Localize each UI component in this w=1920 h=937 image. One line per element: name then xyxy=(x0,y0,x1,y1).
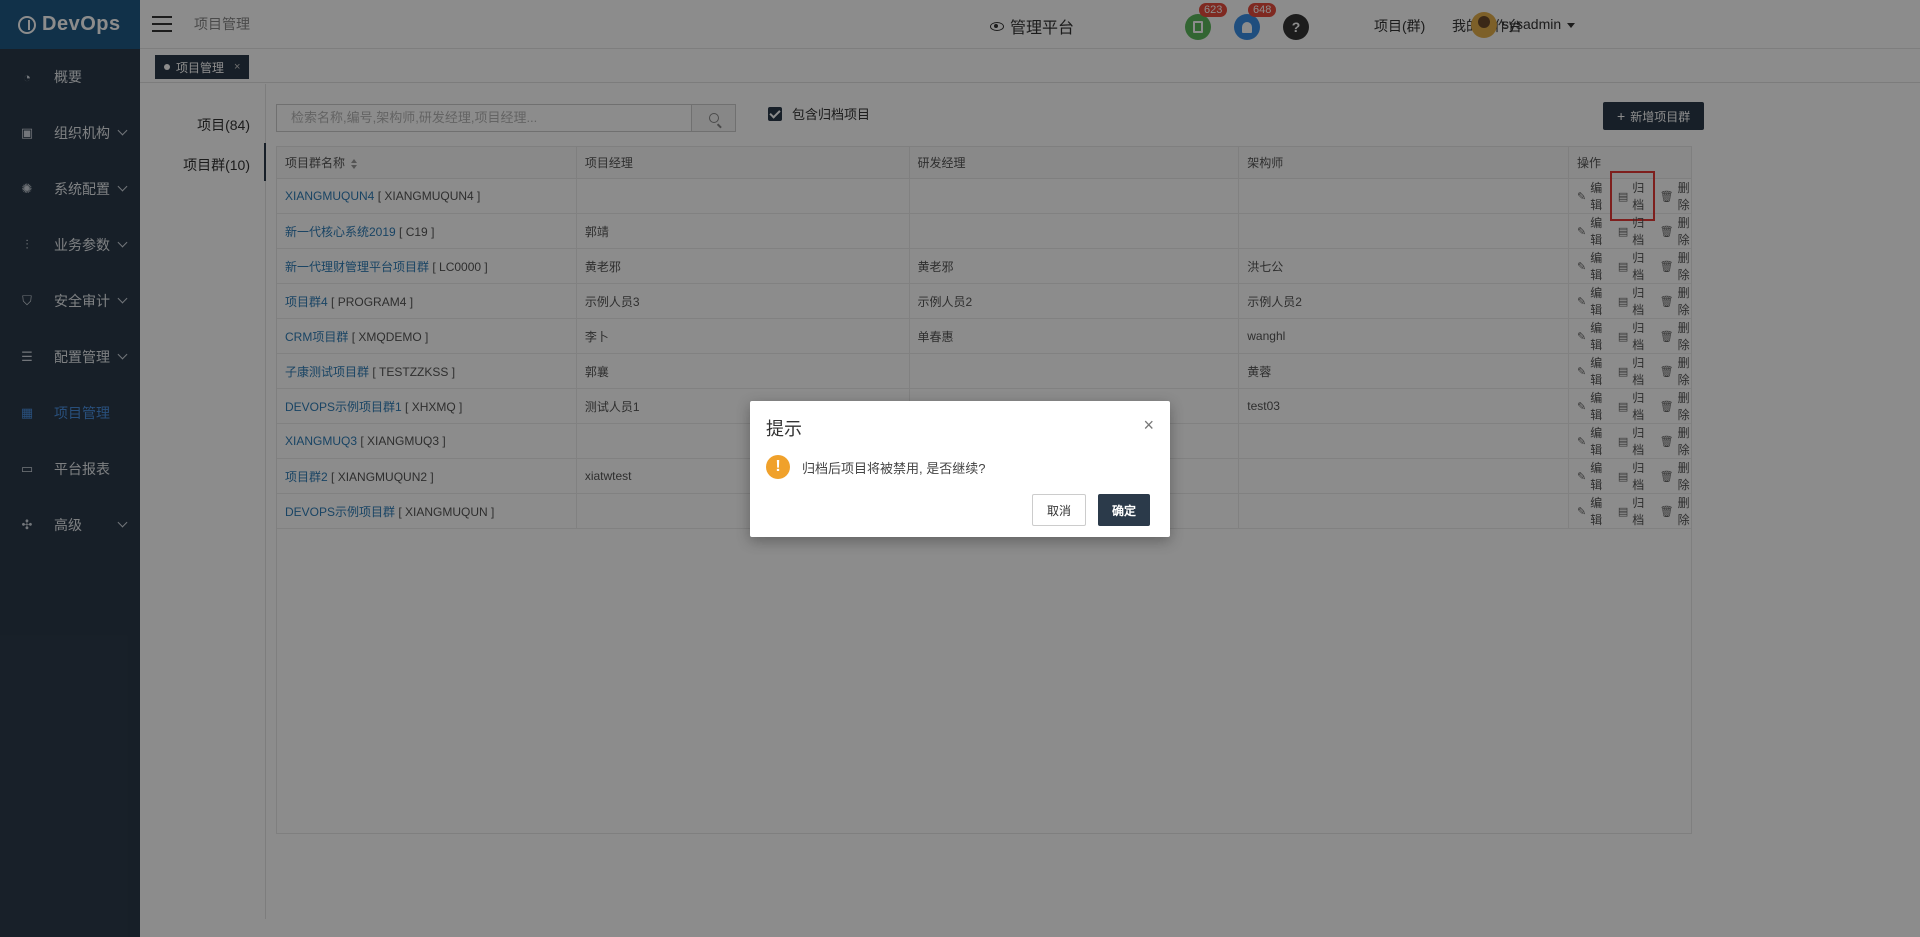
confirm-button[interactable]: 确定 xyxy=(1098,494,1151,526)
warning-icon: ! xyxy=(766,455,790,479)
cancel-button[interactable]: 取消 xyxy=(1032,494,1087,526)
dialog-body: ! 归档后项目将被禁用, 是否继续? xyxy=(766,455,985,479)
close-icon[interactable]: × xyxy=(1143,415,1154,436)
modal-overlay[interactable]: 提示 × ! 归档后项目将被禁用, 是否继续? 取消 确定 xyxy=(0,0,1920,937)
confirm-dialog: 提示 × ! 归档后项目将被禁用, 是否继续? 取消 确定 xyxy=(750,401,1170,537)
dialog-title: 提示 xyxy=(766,419,802,439)
dialog-message: 归档后项目将被禁用, 是否继续? xyxy=(802,460,986,476)
